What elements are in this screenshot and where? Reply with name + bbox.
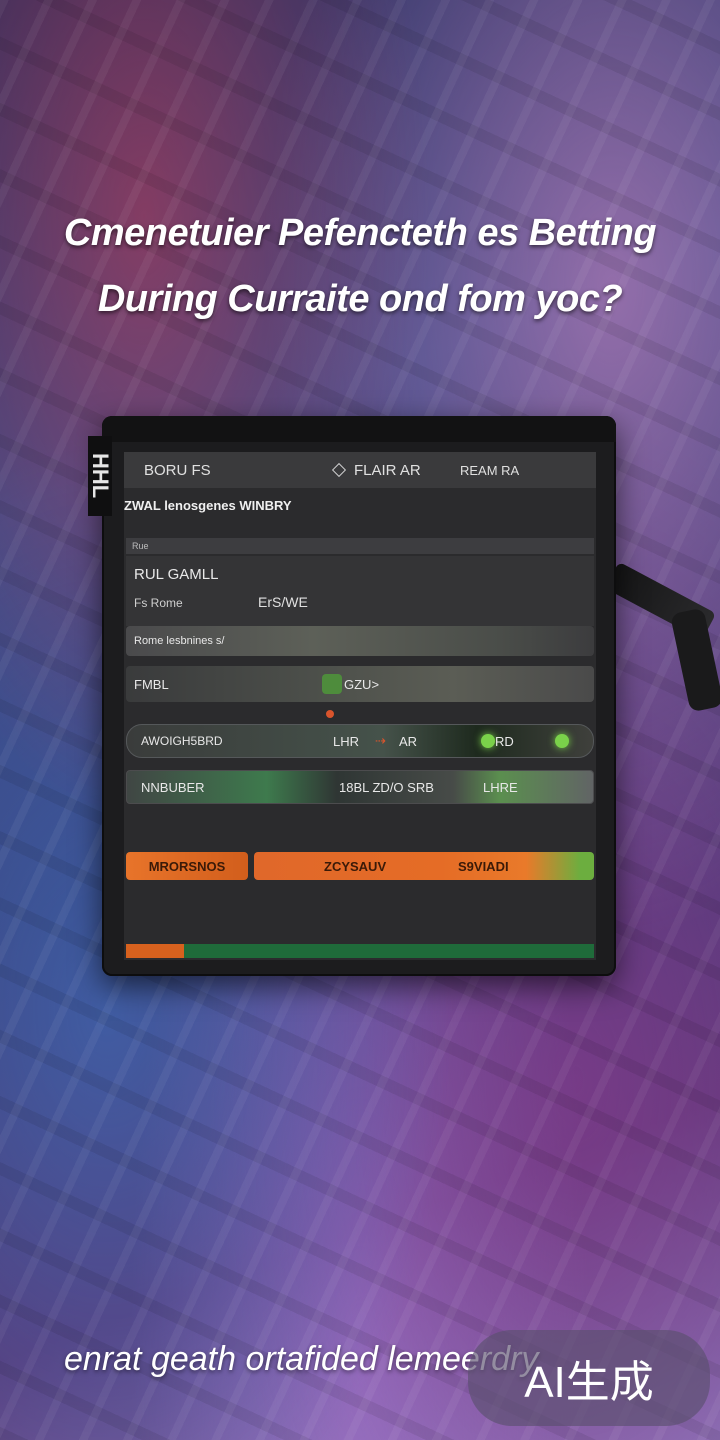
status-dot-icon-2 bbox=[555, 734, 569, 748]
status-dot-icon bbox=[481, 734, 495, 748]
app-subtitle: ZWAL lenosgenes WINBRY bbox=[124, 498, 292, 513]
bet-row-3-left: AWOIGH5BRD bbox=[141, 734, 223, 748]
bet-row-3-value: RD bbox=[495, 733, 514, 749]
red-dot-icon bbox=[326, 710, 334, 718]
device-bezel bbox=[102, 416, 616, 442]
bet-row-1-label: Rome lesbnines s/ bbox=[134, 635, 225, 647]
nav-tab-right[interactable]: REAM RA bbox=[460, 463, 519, 478]
section-tag: Rue bbox=[126, 538, 594, 554]
bet-row-4-right: LHRE bbox=[483, 779, 518, 795]
headline-line-2: During Curraite ond fom yoc? bbox=[97, 278, 623, 320]
nav-tab-left[interactable]: BORU FS bbox=[144, 462, 211, 479]
place-bet-label-a: ZCYSAUV bbox=[324, 858, 387, 874]
game-sub-left: Fs Rome bbox=[134, 596, 183, 610]
app-topbar: BORU FS FLAIR AR REAM RA bbox=[124, 452, 596, 488]
game-title: RUL GAMLL bbox=[134, 566, 219, 583]
bottom-progress-bar bbox=[126, 944, 594, 958]
nav-tab-middle-label: FLAIR AR bbox=[354, 461, 421, 479]
left-action-button[interactable]: MRORSNOS bbox=[126, 852, 248, 880]
headline-line-1: Cmenetuier Pefencteth es Betting bbox=[63, 212, 657, 254]
game-panel[interactable]: RUL GAMLL Fs Rome ErS/WE bbox=[126, 556, 594, 626]
place-bet-button[interactable]: ZCYSAUV S9VIADI bbox=[254, 852, 594, 880]
tablet-device: HHL BORU FS FLAIR AR REAM RA ZWAL lenosg… bbox=[88, 416, 616, 976]
bet-row-2-label: FMBL bbox=[134, 676, 169, 692]
bet-row-1[interactable]: Rome lesbnines s/ bbox=[126, 626, 594, 656]
bottom-bar-orange-segment bbox=[126, 944, 184, 958]
nav-tab-middle[interactable]: FLAIR AR bbox=[331, 461, 421, 479]
bet-row-2[interactable]: FMBL GZU> bbox=[126, 666, 594, 718]
diamond-icon bbox=[331, 462, 347, 478]
place-bet-label-b: S9VIADI bbox=[458, 858, 509, 874]
bet-row-4-middle: 18BL ZD/O SRB bbox=[339, 779, 434, 795]
bet-row-2-value: GZU> bbox=[344, 676, 380, 692]
green-marker-icon bbox=[322, 674, 342, 694]
ai-generated-watermark: AI生成 bbox=[468, 1330, 710, 1426]
bet-row-3[interactable]: AWOIGH5BRD LHR ⇢ AR RD bbox=[126, 724, 594, 758]
game-sub-right: ErS/WE bbox=[258, 594, 308, 610]
betting-app-screen: BORU FS FLAIR AR REAM RA ZWAL lenosgenes… bbox=[124, 452, 596, 960]
bet-row-4[interactable]: NNBUBER 18BL ZD/O SRB LHRE bbox=[126, 770, 594, 804]
device-mount-end bbox=[669, 607, 720, 713]
bet-row-3-middle: LHR bbox=[333, 733, 360, 749]
bet-row-4-left: NNBUBER bbox=[141, 779, 205, 795]
arrow-icon: ⇢ bbox=[375, 733, 386, 748]
device-side-label: HHL bbox=[88, 436, 113, 516]
bet-row-3-right: AR bbox=[399, 733, 418, 749]
